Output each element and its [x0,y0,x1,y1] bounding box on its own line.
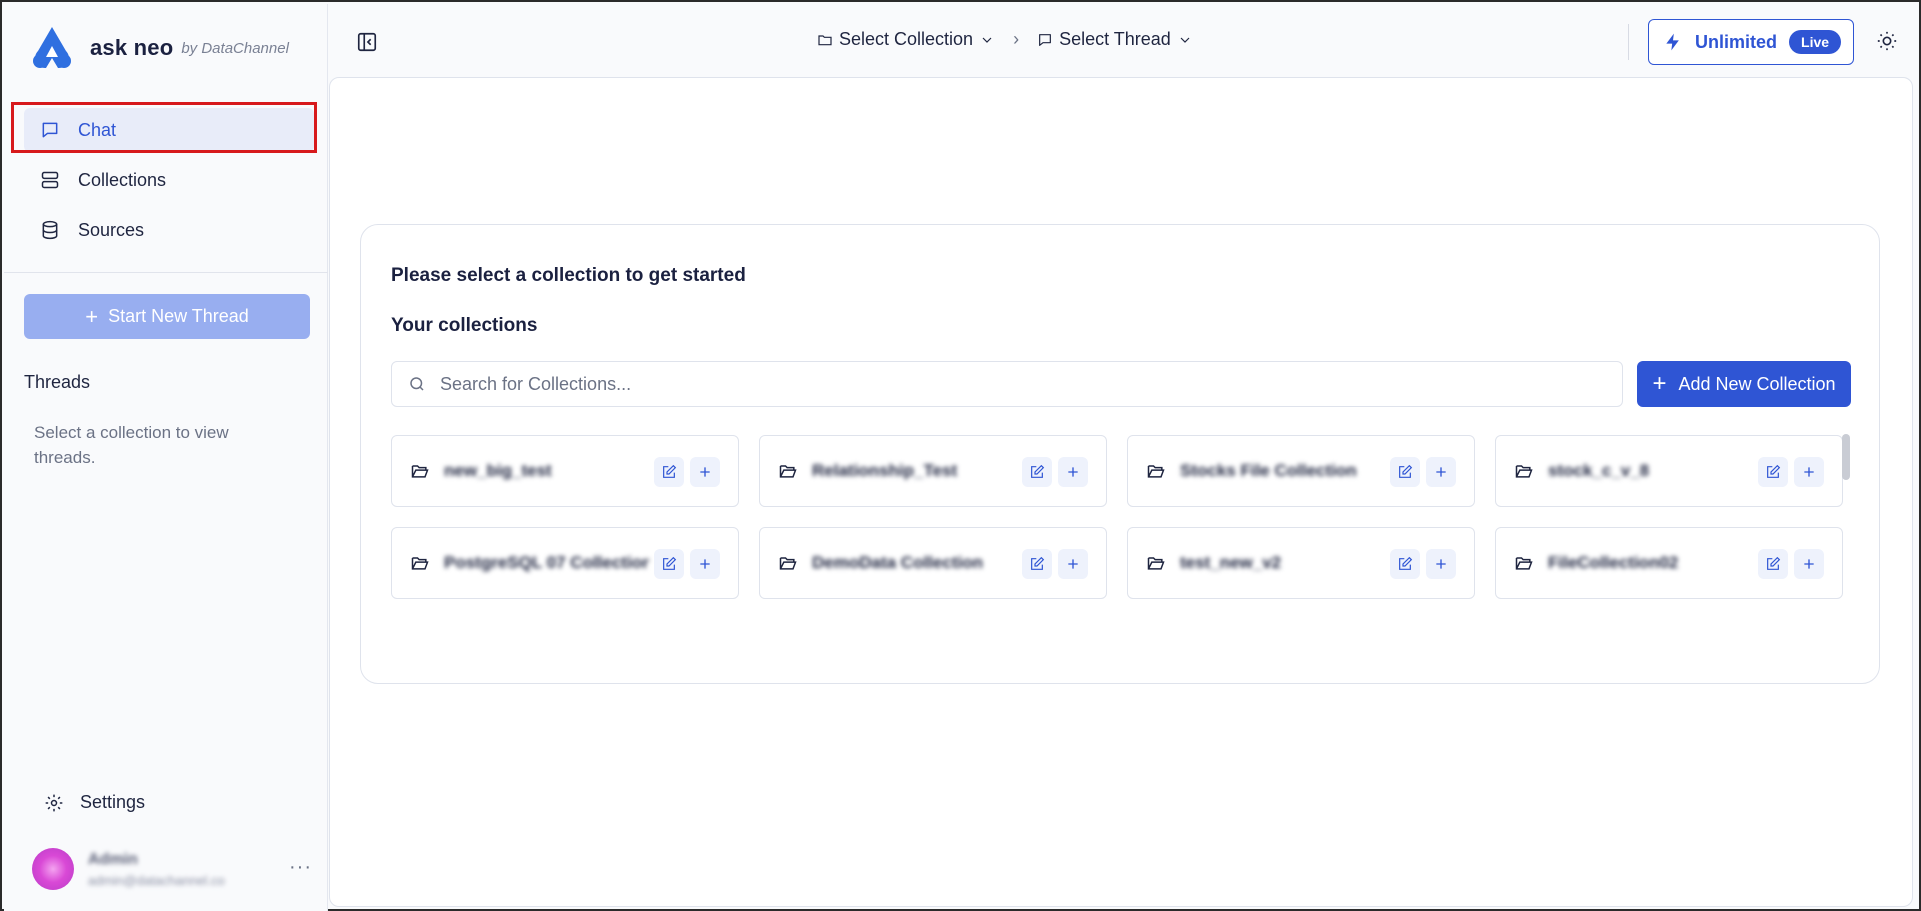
brand-name: ask neo [90,35,174,60]
collection-card[interactable]: FileCollection02 [1495,527,1843,599]
search-input[interactable] [440,373,1590,395]
edit-icon[interactable] [654,549,684,579]
threads-empty-message: Select a collection to view threads. [34,423,229,467]
collection-card[interactable]: new_big_test [391,435,739,507]
folder-open-icon [1147,465,1165,478]
user-info: Admin admin@datachannel.co [88,851,225,888]
settings-link[interactable]: Settings [44,792,145,813]
collection-card[interactable]: DemoData Collection [759,527,1107,599]
start-new-thread-label: Start New Thread [108,306,249,326]
plus-icon[interactable] [1058,457,1088,487]
message-square-icon [42,122,58,138]
plus-icon: + [1652,370,1667,397]
chevron-down-icon [982,37,992,43]
live-badge: Live [1789,30,1842,54]
folder-open-icon [1515,465,1533,478]
more-horizontal-icon[interactable]: ··· [289,856,312,879]
edit-icon[interactable] [1758,457,1788,487]
collection-picker-card: Please select a collection to get starte… [360,224,1880,684]
edit-icon[interactable] [1022,457,1052,487]
edit-icon[interactable] [1390,457,1420,487]
nav-item-collections[interactable]: Collections [24,158,314,202]
your-collections-title: Your collections [391,315,538,336]
avatar [32,848,74,890]
threads-title: Threads [24,372,91,392]
add-new-collection-button[interactable]: + Add New Collection [1637,361,1851,407]
folder-open-icon [1147,557,1165,570]
nav-item-sources[interactable]: Sources [24,208,314,252]
settings-label: Settings [80,792,146,812]
brand-sub: by DataChannel [181,39,289,57]
chevron-down-icon [1180,37,1190,43]
collection-card[interactable]: Relationship_Test [759,435,1107,507]
topbar-divider [1628,24,1629,60]
select-collection-prompt: Please select a collection to get starte… [391,265,746,286]
folder-open-icon [411,557,429,570]
plus-icon[interactable] [690,457,720,487]
plus-icon[interactable] [1426,457,1456,487]
folder-open-icon [779,465,797,478]
collection-name: PostgreSQL 07 Collection [444,553,649,572]
unlimited-plan-button[interactable]: Unlimited Live [1648,19,1854,65]
server-icon [41,171,59,189]
select-collection-dropdown[interactable]: Select Collection [817,29,995,50]
app-window: ask neo by DataChannel Chat Collections … [0,0,1921,911]
nav-item-label: Sources [78,219,145,240]
collection-name: stock_c_v_8 [1548,461,1650,480]
collection-card[interactable]: stock_c_v_8 [1495,435,1843,507]
sidebar: ask neo by DataChannel Chat Collections … [4,4,328,911]
gear-icon [45,794,63,811]
edit-icon[interactable] [654,457,684,487]
plus-icon[interactable] [1426,549,1456,579]
folder-open-icon [1515,557,1533,570]
plus-icon[interactable] [1794,549,1824,579]
search-icon [410,377,424,391]
collection-name: DemoData Collection [812,553,983,572]
collection-search[interactable] [391,361,1623,407]
select-thread-label: Select Thread [1059,29,1171,49]
user-email: admin@datachannel.co [88,872,225,888]
lightning-icon [1666,33,1679,51]
main-nav: Chat Collections Sources [24,108,314,258]
collections-scrollbar[interactable] [1842,434,1850,480]
collection-name: test_new_v2 [1180,553,1282,572]
message-square-icon [1039,33,1052,46]
add-new-collection-label: Add New Collection [1678,373,1836,394]
user-profile[interactable]: Admin admin@datachannel.co ··· [32,844,312,894]
logo[interactable]: ask neo by DataChannel [28,24,289,72]
plus-icon[interactable] [690,549,720,579]
collection-name: new_big_test [444,461,552,480]
edit-icon[interactable] [1022,549,1052,579]
nav-item-label: Collections [78,169,167,190]
database-icon [42,220,58,240]
folder-icon [818,34,832,45]
edit-icon[interactable] [1758,549,1788,579]
collection-card[interactable]: Stocks File Collection [1127,435,1475,507]
plus-icon[interactable] [1058,549,1088,579]
plan-label: Unlimited [1695,31,1778,52]
select-collection-label: Select Collection [839,29,974,49]
plus-icon[interactable] [1794,457,1824,487]
collection-name: Stocks File Collection [1180,461,1357,480]
edit-icon[interactable] [1390,549,1420,579]
sun-icon[interactable] [1876,30,1898,52]
user-name: Admin [88,850,138,868]
collection-name: FileCollection02 [1548,553,1679,572]
folder-open-icon [779,557,797,570]
plus-icon: + [85,303,99,329]
chevron-right-icon: › [1013,29,1020,49]
nav-item-label: Chat [78,119,117,140]
nav-item-chat[interactable]: Chat [24,108,314,152]
sidebar-divider [4,272,328,273]
start-new-thread-button[interactable]: + Start New Thread [24,294,310,339]
breadcrumb: Select Collection › Select Thread [817,29,1193,50]
folder-open-icon [411,465,429,478]
sidebar-collapse-icon[interactable] [356,31,378,53]
ask-neo-logo-icon [33,27,71,69]
collection-name: Relationship_Test [812,461,958,480]
select-thread-dropdown[interactable]: Select Thread [1037,29,1193,50]
collection-card[interactable]: test_new_v2 [1127,527,1475,599]
collection-card[interactable]: PostgreSQL 07 Collection [391,527,739,599]
